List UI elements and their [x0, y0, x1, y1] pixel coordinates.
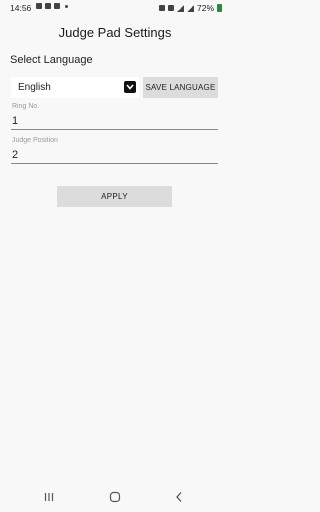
alarm-icon	[158, 5, 165, 11]
save-language-button[interactable]: SAVE LANGUAGE	[143, 77, 218, 98]
apply-button[interactable]: APPLY	[57, 186, 172, 207]
language-dropdown-value: English	[18, 82, 51, 93]
language-dropdown[interactable]: English	[11, 77, 139, 98]
ring-no-input[interactable]	[11, 114, 218, 130]
status-bar: 14:56 72%	[0, 0, 230, 16]
image-notification-icon	[36, 3, 42, 9]
select-language-label: Select Language	[10, 54, 93, 66]
notification-icons	[36, 3, 68, 9]
status-time: 14:56	[10, 3, 32, 13]
recents-icon[interactable]	[42, 490, 56, 504]
signal-secondary-icon	[186, 4, 194, 12]
home-icon[interactable]	[108, 490, 122, 504]
battery-percent: 72%	[196, 3, 214, 13]
battery-icon	[217, 4, 222, 12]
signal-icon	[176, 4, 184, 12]
print-notification-icon	[54, 3, 60, 9]
judge-position-input[interactable]	[11, 148, 218, 164]
system-status-icons: 72%	[158, 3, 222, 13]
send-notification-icon	[45, 3, 51, 9]
chevron-down-icon	[124, 81, 136, 93]
back-icon[interactable]	[172, 490, 186, 504]
page-title: Judge Pad Settings	[58, 25, 172, 40]
navigation-bar	[0, 482, 230, 512]
ring-no-label: Ring No.	[12, 103, 40, 110]
judge-position-label: Judge Position	[12, 137, 58, 144]
wifi-icon	[167, 5, 174, 11]
more-notifications-icon	[65, 4, 68, 8]
